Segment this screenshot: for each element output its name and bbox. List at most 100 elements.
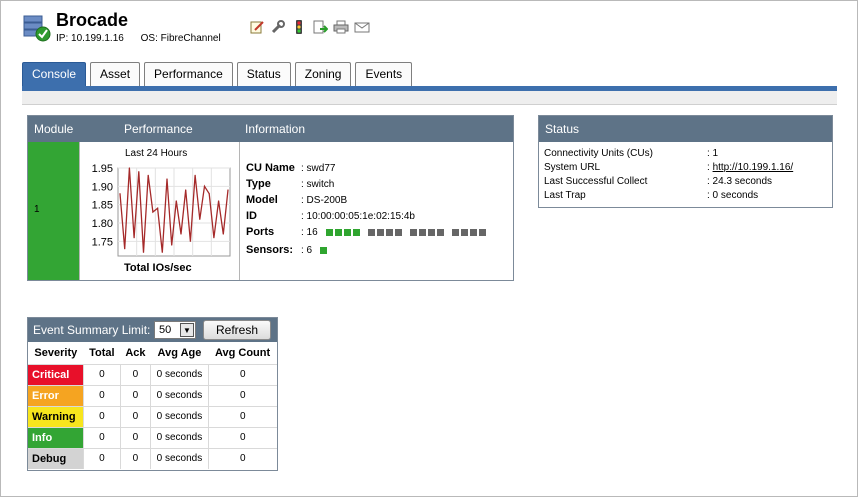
total-cell: 0: [83, 363, 121, 385]
info-value: : 16: [301, 227, 492, 238]
tab-events[interactable]: Events: [355, 62, 413, 86]
perf-line-chart[interactable]: 1.95 1.90 1.85 1.80 1.75: [80, 158, 238, 262]
total-cell: 0: [83, 447, 121, 469]
ack-cell: 0: [119, 405, 151, 427]
info-value: : 10:00:00:05:1e:02:15:4b: [301, 211, 415, 222]
info-value: : 6: [301, 245, 328, 256]
tab-asset[interactable]: Asset: [90, 62, 141, 86]
email-icon[interactable]: [353, 18, 370, 35]
edit-icon[interactable]: [248, 18, 265, 35]
tab-performance[interactable]: Performance: [144, 62, 233, 86]
sensor-status-strip: [320, 247, 328, 254]
data-point: [157, 207, 159, 209]
data-point: [218, 200, 220, 202]
table-row[interactable]: Error 0 0 0 seconds 0: [28, 384, 277, 406]
table-row[interactable]: Warning 0 0 0 seconds 0: [28, 405, 277, 427]
tab-status[interactable]: Status: [236, 62, 291, 86]
info-label: Sensors:: [246, 244, 294, 256]
port-inactive[interactable]: [451, 229, 459, 236]
info-value: : swd77: [301, 163, 336, 174]
tab-console[interactable]: Console: [22, 62, 87, 86]
printer-icon[interactable]: [332, 18, 349, 35]
device-os: OS: FibreChannel: [140, 33, 221, 44]
status-value: : 0 seconds: [707, 190, 759, 201]
port-inactive[interactable]: [427, 229, 435, 236]
data-point: [142, 251, 145, 253]
column-total: Total: [89, 346, 115, 359]
tab-zoning[interactable]: Zoning: [294, 62, 352, 86]
data-point: [194, 174, 196, 176]
device-meta: IP: 10.199.1.16 OS: FibreChannel: [56, 33, 235, 44]
data-point: [147, 174, 149, 176]
data-point: [152, 211, 154, 213]
port-inactive[interactable]: [469, 229, 477, 236]
avg-count-cell: 0: [207, 405, 277, 427]
severity-cell: Info: [28, 426, 84, 448]
port-inactive[interactable]: [460, 229, 468, 236]
avg-count-cell: 0: [207, 363, 277, 385]
column-module: Module: [34, 122, 74, 136]
port-active[interactable]: [343, 229, 351, 236]
port-active[interactable]: [352, 229, 360, 236]
status-label: Last Successful Collect: [544, 176, 648, 187]
data-point: [208, 193, 210, 195]
event-summary-label: Event Summary: [33, 323, 119, 337]
module-cell[interactable]: 1: [28, 142, 79, 280]
data-point: [171, 244, 173, 246]
chevron-down-icon[interactable]: ▼: [180, 323, 194, 337]
data-point: [119, 193, 121, 195]
status-label: System URL: [544, 162, 601, 173]
data-point: [138, 171, 140, 173]
port-inactive[interactable]: [478, 229, 486, 236]
table-row[interactable]: Info 0 0 0 seconds 0: [28, 426, 277, 448]
port-active[interactable]: [334, 229, 342, 236]
status-value: : 1: [707, 148, 719, 159]
port-inactive[interactable]: [436, 229, 444, 236]
status-value: : 24.3 seconds: [707, 176, 773, 187]
status-row: System URL : http://10.199.1.16/: [544, 162, 793, 173]
tab-subbar: [22, 91, 837, 105]
wrench-icon[interactable]: [269, 18, 286, 35]
status-panel: Status Connectivity Units (CUs) : 1 Syst…: [538, 115, 833, 208]
sensor-active[interactable]: [320, 247, 328, 254]
column-performance: Performance: [124, 122, 193, 136]
refresh-button[interactable]: Refresh: [203, 320, 271, 340]
tab-bar: Console Asset Performance Status Zoning …: [22, 62, 413, 86]
data-point: [213, 237, 215, 239]
table-row[interactable]: Critical 0 0 0 seconds 0: [28, 363, 277, 385]
port-inactive[interactable]: [394, 229, 402, 236]
table-row[interactable]: Debug 0 0 0 seconds 0: [28, 447, 277, 469]
data-point: [175, 200, 177, 202]
avg-age-cell: 0 seconds: [150, 447, 209, 469]
ack-cell: 0: [119, 426, 151, 448]
export-icon[interactable]: [311, 18, 328, 35]
limit-select[interactable]: 50 ▼: [154, 321, 196, 339]
port-inactive[interactable]: [376, 229, 384, 236]
y-tick-label: 1.80: [92, 218, 113, 230]
total-cell: 0: [83, 384, 121, 406]
event-summary-panel: Event Summary Limit: 50 ▼ Refresh Severi…: [27, 317, 278, 471]
total-cell: 0: [83, 426, 121, 448]
ack-cell: 0: [119, 384, 151, 406]
device-toolbar: [248, 18, 370, 35]
port-status-strip: [325, 229, 492, 236]
info-label: Ports: [246, 226, 275, 238]
port-inactive[interactable]: [385, 229, 393, 236]
port-active[interactable]: [325, 229, 333, 236]
status-panel-title: Status: [545, 122, 580, 136]
port-inactive[interactable]: [418, 229, 426, 236]
traffic-light-icon[interactable]: [290, 18, 307, 35]
data-point: [189, 240, 191, 242]
module-row: 1 Last 24 Hours 1.95 1.90 1.85 1.80 1.75 Tot…: [28, 142, 513, 280]
port-inactive[interactable]: [409, 229, 417, 236]
system-url-link[interactable]: http://10.199.1.16/: [713, 162, 794, 173]
info-value: : switch: [301, 179, 335, 190]
port-inactive[interactable]: [367, 229, 375, 236]
severity-cell: Error: [28, 384, 84, 406]
info-value: : DS-200B: [301, 195, 348, 206]
ack-cell: 0: [119, 447, 151, 469]
column-ack: Ack: [125, 346, 146, 359]
avg-count-cell: 0: [207, 447, 277, 469]
server-status-ok-icon: [22, 13, 52, 43]
data-point: [185, 189, 187, 191]
